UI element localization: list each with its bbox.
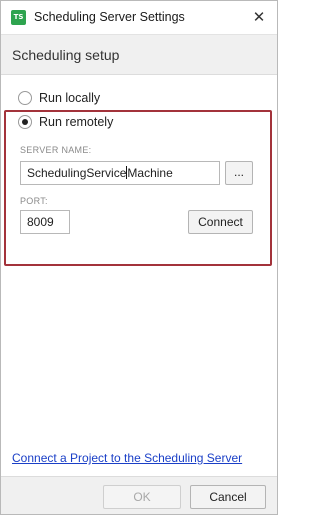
server-name-label: SERVER NAME: (20, 145, 92, 155)
server-name-input[interactable]: SchedulingServiceMachine (20, 161, 220, 185)
section-title: Scheduling setup (12, 47, 120, 63)
window-title: Scheduling Server Settings (34, 10, 185, 24)
server-name-value-end: Machine (127, 166, 173, 180)
radio-run-remotely-label[interactable]: Run remotely (39, 115, 113, 129)
radio-checked-icon[interactable] (18, 115, 32, 129)
radio-unchecked-icon[interactable] (18, 91, 32, 105)
radio-run-remotely[interactable]: Run remotely (18, 113, 113, 131)
port-label: PORT: (20, 196, 48, 206)
close-icon[interactable]: ✕ (251, 8, 267, 26)
browse-button[interactable]: ... (225, 161, 253, 185)
port-input[interactable]: 8009 (20, 210, 70, 234)
settings-dialog: TS Scheduling Server Settings ✕ Scheduli… (0, 0, 278, 515)
server-name-value-start: SchedulingService (27, 166, 127, 180)
highlight-annotation-box (4, 110, 272, 266)
header-band: Scheduling setup (1, 34, 277, 75)
app-logo-icon: TS (11, 10, 26, 25)
title-bar: TS Scheduling Server Settings ✕ (1, 1, 277, 34)
radio-run-locally[interactable]: Run locally (18, 89, 100, 107)
connect-project-link[interactable]: Connect a Project to the Scheduling Serv… (12, 451, 242, 465)
radio-run-locally-label[interactable]: Run locally (39, 91, 100, 105)
footer-bar: OK Cancel (1, 476, 277, 514)
ok-button[interactable]: OK (103, 485, 181, 509)
cancel-button[interactable]: Cancel (190, 485, 266, 509)
connect-button[interactable]: Connect (188, 210, 253, 234)
